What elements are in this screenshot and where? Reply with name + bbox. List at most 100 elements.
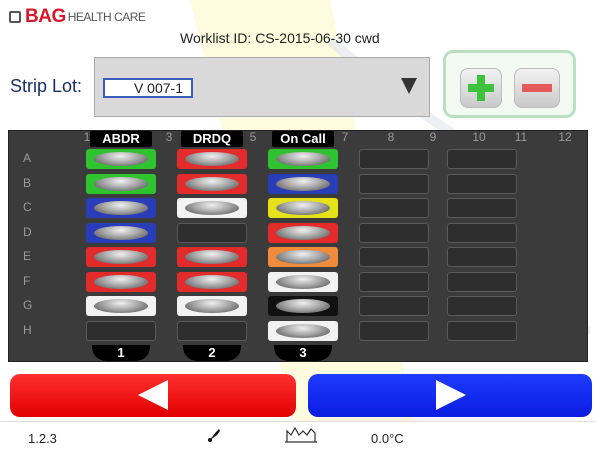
brand-name: BAG bbox=[25, 6, 66, 27]
logo-square-icon bbox=[9, 11, 21, 23]
column-label-7: 7 bbox=[341, 130, 349, 144]
empty-slot[interactable] bbox=[447, 222, 517, 243]
well-bead bbox=[185, 274, 239, 289]
empty-slot[interactable] bbox=[359, 149, 429, 169]
well-bead bbox=[276, 323, 330, 338]
back-button[interactable] bbox=[10, 374, 296, 417]
row-label-D: D bbox=[23, 224, 32, 239]
row-label-A: A bbox=[23, 151, 32, 165]
empty-slot[interactable] bbox=[359, 222, 429, 243]
row-label-H: H bbox=[23, 322, 32, 337]
add-strip-button[interactable] bbox=[460, 68, 502, 108]
well-bead bbox=[185, 176, 239, 191]
column-label-9: 9 bbox=[429, 130, 437, 144]
well-red[interactable] bbox=[177, 271, 247, 292]
well-empty[interactable] bbox=[177, 320, 247, 341]
empty-slot[interactable] bbox=[359, 247, 429, 267]
sample-plate: 123456789101112ABCDEFGHABDR1DRDQ2On Call… bbox=[8, 130, 588, 362]
well-white[interactable] bbox=[268, 320, 338, 341]
signal-wave-icon[interactable] bbox=[284, 425, 318, 445]
well-empty[interactable] bbox=[177, 222, 247, 243]
column-label-5: 5 bbox=[249, 130, 257, 144]
well-bead bbox=[94, 225, 148, 240]
well-green[interactable] bbox=[86, 149, 156, 169]
well-red[interactable] bbox=[177, 247, 247, 267]
row-label-G: G bbox=[23, 298, 33, 312]
empty-slot[interactable] bbox=[359, 271, 429, 292]
worklist-id: Worklist ID: CS-2015-06-30 cwd bbox=[180, 30, 380, 46]
well-red[interactable] bbox=[268, 222, 338, 243]
empty-slot[interactable] bbox=[447, 271, 517, 292]
column-label-12: 12 bbox=[558, 130, 572, 144]
well-empty[interactable] bbox=[86, 320, 156, 341]
row-label-F: F bbox=[23, 273, 31, 288]
well-bead bbox=[185, 299, 239, 313]
row-label-E: E bbox=[23, 249, 32, 263]
minus-icon bbox=[522, 84, 552, 92]
row-label-B: B bbox=[23, 175, 32, 190]
well-bead bbox=[94, 176, 148, 191]
well-bead bbox=[94, 152, 148, 166]
empty-slot[interactable] bbox=[359, 173, 429, 194]
well-blue[interactable] bbox=[86, 198, 156, 218]
column-label-3: 3 bbox=[165, 130, 173, 144]
well-red[interactable] bbox=[177, 173, 247, 194]
strip-number-1: 1 bbox=[92, 345, 150, 361]
empty-slot[interactable] bbox=[359, 320, 429, 341]
well-black[interactable] bbox=[268, 296, 338, 316]
well-green[interactable] bbox=[268, 149, 338, 169]
strip-lot-select[interactable]: V 007-1 bbox=[94, 57, 430, 117]
well-bead bbox=[276, 274, 330, 289]
row-label-C: C bbox=[23, 200, 32, 214]
dropdown-arrow-icon[interactable] bbox=[401, 78, 417, 94]
well-white[interactable] bbox=[268, 271, 338, 292]
empty-slot[interactable] bbox=[359, 296, 429, 316]
strip-header-2: DRDQ bbox=[181, 131, 243, 147]
well-green[interactable] bbox=[86, 173, 156, 194]
well-bead bbox=[276, 201, 330, 215]
well-white[interactable] bbox=[177, 198, 247, 218]
well-yellow[interactable] bbox=[268, 198, 338, 218]
empty-slot[interactable] bbox=[447, 198, 517, 218]
empty-slot[interactable] bbox=[447, 173, 517, 194]
well-red[interactable] bbox=[86, 271, 156, 292]
well-bead bbox=[276, 299, 330, 313]
strip-header-1: ABDR bbox=[90, 131, 152, 147]
right-arrow-icon bbox=[436, 380, 466, 410]
well-bead bbox=[185, 152, 239, 166]
brand-subtitle: HEALTH CARE bbox=[67, 10, 146, 24]
empty-slot[interactable] bbox=[359, 198, 429, 218]
column-label-8: 8 bbox=[387, 130, 395, 144]
temperature-readout: 0.0°C bbox=[371, 431, 404, 446]
well-bead bbox=[276, 176, 330, 191]
brand-logo: BAG HEALTH CARE bbox=[9, 6, 146, 28]
empty-slot[interactable] bbox=[447, 320, 517, 341]
empty-slot[interactable] bbox=[447, 296, 517, 316]
empty-slot[interactable] bbox=[447, 247, 517, 267]
well-orange[interactable] bbox=[268, 247, 338, 267]
empty-slot[interactable] bbox=[447, 149, 517, 169]
well-bead bbox=[185, 201, 239, 215]
well-bead bbox=[94, 274, 148, 289]
left-arrow-icon bbox=[138, 380, 168, 410]
well-bead bbox=[94, 250, 148, 264]
plus-icon bbox=[468, 75, 494, 101]
strip-number-3: 3 bbox=[274, 345, 332, 361]
add-remove-panel bbox=[443, 50, 576, 118]
next-button[interactable] bbox=[308, 374, 592, 417]
well-blue[interactable] bbox=[86, 222, 156, 243]
wrench-icon[interactable] bbox=[207, 427, 221, 443]
well-blue[interactable] bbox=[268, 173, 338, 194]
remove-strip-button[interactable] bbox=[514, 68, 560, 108]
well-bead bbox=[276, 225, 330, 240]
status-bar: 1.2.3 0.0°C bbox=[0, 421, 596, 449]
well-bead bbox=[276, 250, 330, 264]
column-label-11: 11 bbox=[514, 130, 528, 144]
strip-lot-value[interactable]: V 007-1 bbox=[103, 78, 193, 98]
version-label: 1.2.3 bbox=[28, 431, 57, 446]
well-white[interactable] bbox=[86, 296, 156, 316]
well-red[interactable] bbox=[86, 247, 156, 267]
well-white[interactable] bbox=[177, 296, 247, 316]
well-red[interactable] bbox=[177, 149, 247, 169]
well-bead bbox=[94, 201, 148, 215]
